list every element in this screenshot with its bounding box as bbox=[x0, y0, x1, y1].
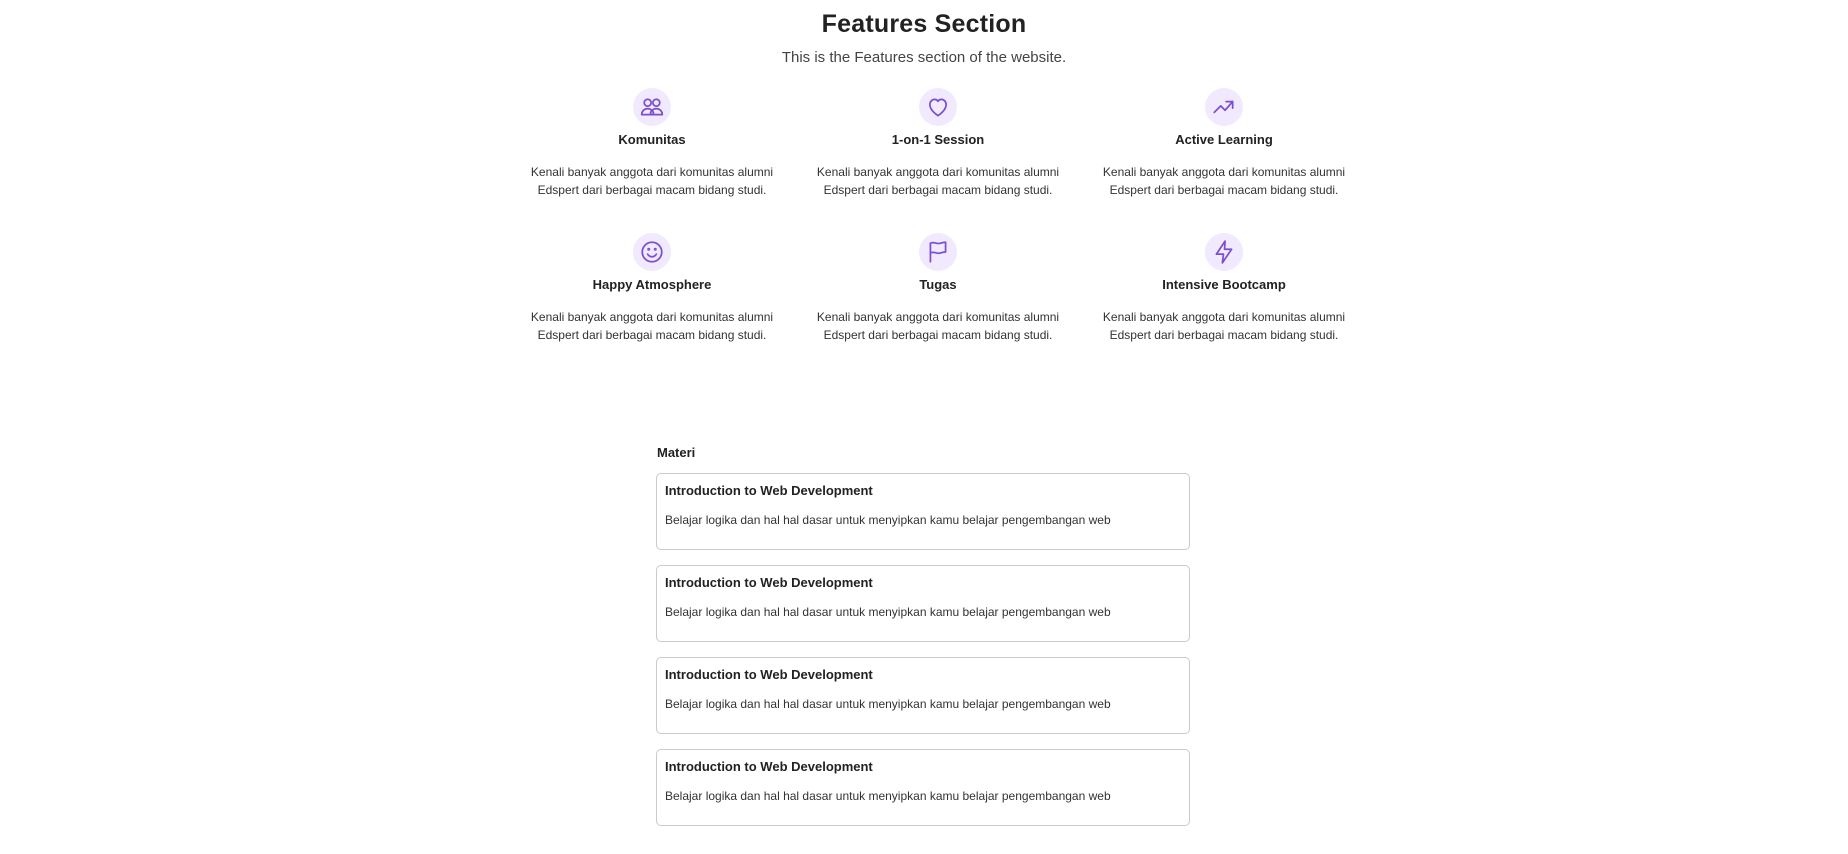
feature-title: Komunitas bbox=[618, 132, 686, 147]
materi-card-description: Belajar logika dan hal hal dasar untuk m… bbox=[665, 605, 1111, 619]
feature-card-tugas: Tugas Kenali banyak anggota dari komunit… bbox=[795, 233, 1081, 378]
features-subtitle: This is the Features section of the webs… bbox=[781, 49, 1067, 66]
users-icon bbox=[633, 88, 671, 126]
materi-card-description: Belajar logika dan hal hal dasar untuk m… bbox=[665, 697, 1111, 711]
smile-icon bbox=[633, 233, 671, 271]
feature-description: Kenali banyak anggota dari komunitas alu… bbox=[530, 165, 774, 197]
feature-title: Active Learning bbox=[1175, 132, 1273, 147]
feature-card-happy-atmosphere: Happy Atmosphere Kenali banyak anggota d… bbox=[509, 233, 795, 378]
features-title: Features Section bbox=[821, 10, 1027, 38]
feature-description: Kenali banyak anggota dari komunitas alu… bbox=[816, 310, 1060, 342]
materi-card-title: Introduction to Web Development bbox=[665, 483, 873, 498]
feature-title: Happy Atmosphere bbox=[592, 277, 712, 292]
materi-card-description: Belajar logika dan hal hal dasar untuk m… bbox=[665, 789, 1111, 803]
feature-title: Intensive Bootcamp bbox=[1162, 277, 1286, 292]
feature-card-intensive-bootcamp: Intensive Bootcamp Kenali banyak anggota… bbox=[1081, 233, 1367, 378]
feature-description: Kenali banyak anggota dari komunitas alu… bbox=[530, 310, 774, 342]
materi-card-title: Introduction to Web Development bbox=[665, 759, 873, 774]
feature-title: Tugas bbox=[919, 277, 957, 292]
materi-card-title: Introduction to Web Development bbox=[665, 575, 873, 590]
feature-title: 1-on-1 Session bbox=[891, 132, 985, 147]
feature-description: Kenali banyak anggota dari komunitas alu… bbox=[1102, 165, 1346, 197]
feature-card-komunitas: Komunitas Kenali banyak anggota dari kom… bbox=[509, 88, 795, 233]
feature-description: Kenali banyak anggota dari komunitas alu… bbox=[1102, 310, 1346, 342]
trending-up-icon bbox=[1205, 88, 1243, 126]
materi-list: Introduction to Web Development Belajar … bbox=[656, 473, 1190, 841]
materi-card[interactable]: Introduction to Web Development Belajar … bbox=[656, 749, 1190, 826]
materi-card-description: Belajar logika dan hal hal dasar untuk m… bbox=[665, 513, 1111, 527]
features-grid: Komunitas Kenali banyak anggota dari kom… bbox=[509, 88, 1367, 378]
flag-icon bbox=[919, 233, 957, 271]
feature-card-1on1-session: 1-on-1 Session Kenali banyak anggota dar… bbox=[795, 88, 1081, 233]
page: Features Section This is the Features se… bbox=[0, 0, 1848, 854]
feature-card-active-learning: Active Learning Kenali banyak anggota da… bbox=[1081, 88, 1367, 233]
materi-card[interactable]: Introduction to Web Development Belajar … bbox=[656, 565, 1190, 642]
materi-card-title: Introduction to Web Development bbox=[665, 667, 873, 682]
materi-card[interactable]: Introduction to Web Development Belajar … bbox=[656, 657, 1190, 734]
feature-description: Kenali banyak anggota dari komunitas alu… bbox=[816, 165, 1060, 197]
materi-heading: Materi bbox=[657, 445, 696, 460]
heart-icon bbox=[919, 88, 957, 126]
materi-card[interactable]: Introduction to Web Development Belajar … bbox=[656, 473, 1190, 550]
lightning-icon bbox=[1205, 233, 1243, 271]
